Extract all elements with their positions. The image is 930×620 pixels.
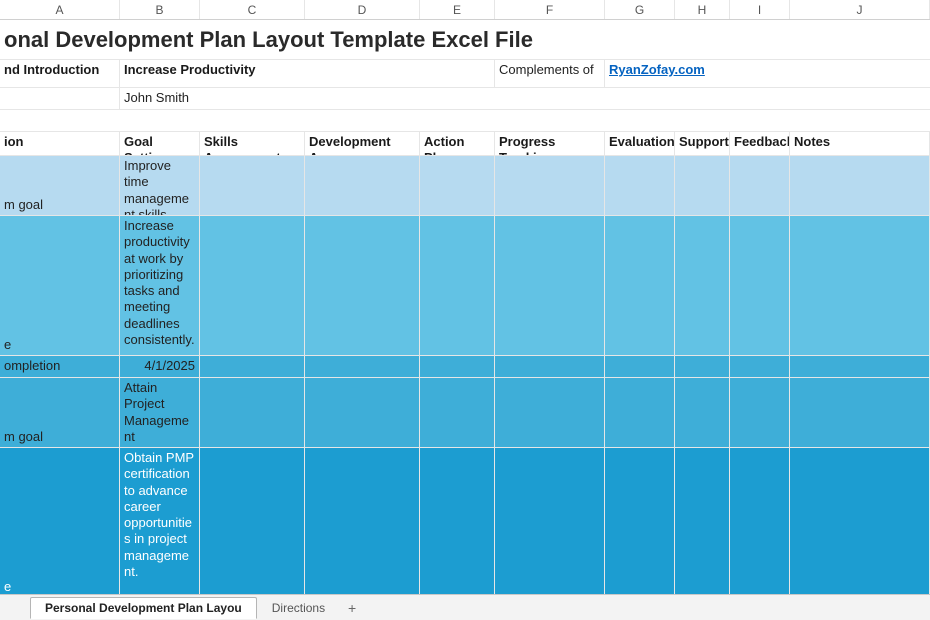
cell-e-goal2[interactable] bbox=[420, 216, 495, 356]
cell-g-goal4[interactable] bbox=[605, 448, 675, 594]
header-action-plan[interactable]: Action Plan bbox=[420, 132, 495, 156]
cell-h-goal1[interactable] bbox=[675, 156, 730, 216]
cell-b-goal1[interactable]: Improve time management skills bbox=[120, 156, 200, 216]
cell-j-goal4[interactable] bbox=[790, 448, 930, 594]
cell-j-date[interactable] bbox=[790, 356, 930, 378]
cell-j-goal3[interactable] bbox=[790, 378, 930, 448]
cell-c-goal1[interactable] bbox=[200, 156, 305, 216]
spreadsheet-grid[interactable]: onal Development Plan Layout Template Ex… bbox=[0, 20, 930, 594]
header-skills-assessment[interactable]: Skills Assessment bbox=[200, 132, 305, 156]
cell-f2[interactable]: Complements of bbox=[495, 60, 605, 88]
tab-directions[interactable]: Directions bbox=[257, 597, 340, 618]
cell-a3[interactable] bbox=[0, 88, 120, 110]
header-goal-setting[interactable]: Goal Setting bbox=[120, 132, 200, 156]
col-header-g[interactable]: G bbox=[605, 0, 675, 19]
sheet-tabs: Personal Development Plan Layou Directio… bbox=[0, 594, 930, 620]
cell-a2[interactable]: nd Introduction bbox=[0, 60, 120, 88]
cell-g-goal2[interactable] bbox=[605, 216, 675, 356]
cell-d-goal4[interactable] bbox=[305, 448, 420, 594]
cell-a-goal2[interactable]: e bbox=[0, 216, 120, 356]
cell-i-goal2[interactable] bbox=[730, 216, 790, 356]
cell-h-goal2[interactable] bbox=[675, 216, 730, 356]
link-ryanzofay[interactable]: RyanZofay.com bbox=[605, 60, 930, 88]
cell-b-goal3[interactable]: Attain Project Management Certification … bbox=[120, 378, 200, 448]
tab-personal-development-plan[interactable]: Personal Development Plan Layou bbox=[30, 597, 257, 619]
col-header-j[interactable]: J bbox=[790, 0, 930, 19]
col-header-i[interactable]: I bbox=[730, 0, 790, 19]
cell-f-goal2[interactable] bbox=[495, 216, 605, 356]
add-sheet-button[interactable]: + bbox=[340, 600, 364, 616]
cell-i-goal4[interactable] bbox=[730, 448, 790, 594]
cell-d-goal1[interactable] bbox=[305, 156, 420, 216]
cell-h-goal3[interactable] bbox=[675, 378, 730, 448]
page-title[interactable]: onal Development Plan Layout Template Ex… bbox=[0, 20, 930, 60]
cell-g-goal3[interactable] bbox=[605, 378, 675, 448]
cell-d-goal2[interactable] bbox=[305, 216, 420, 356]
cell-i-date[interactable] bbox=[730, 356, 790, 378]
header-introduction[interactable]: ion bbox=[0, 132, 120, 156]
header-notes[interactable]: Notes bbox=[790, 132, 930, 156]
header-support[interactable]: Support bbox=[675, 132, 730, 156]
cell-a-goal3[interactable]: m goal bbox=[0, 378, 120, 448]
header-development-areas[interactable]: Development Areas bbox=[305, 132, 420, 156]
cell-b3[interactable]: John Smith bbox=[120, 88, 930, 110]
cell-b-goal4[interactable]: Obtain PMP certification to advance care… bbox=[120, 448, 200, 594]
cell-e-goal1[interactable] bbox=[420, 156, 495, 216]
col-header-h[interactable]: H bbox=[675, 0, 730, 19]
cell-f-goal3[interactable] bbox=[495, 378, 605, 448]
cell-b2[interactable]: Increase Productivity bbox=[120, 60, 495, 88]
cell-a-goal1[interactable]: m goal bbox=[0, 156, 120, 216]
header-progress-tracking[interactable]: Progress Tracking bbox=[495, 132, 605, 156]
cell-d-goal3[interactable] bbox=[305, 378, 420, 448]
cell-h-goal4[interactable] bbox=[675, 448, 730, 594]
cell-f-goal4[interactable] bbox=[495, 448, 605, 594]
cell-c-goal2[interactable] bbox=[200, 216, 305, 356]
column-headers: A B C D E F G H I J bbox=[0, 0, 930, 20]
cell-d-date[interactable] bbox=[305, 356, 420, 378]
col-header-f[interactable]: F bbox=[495, 0, 605, 19]
col-header-d[interactable]: D bbox=[305, 0, 420, 19]
cell-e-goal3[interactable] bbox=[420, 378, 495, 448]
cell-c-goal3[interactable] bbox=[200, 378, 305, 448]
cell-b-date[interactable]: 4/1/2025 bbox=[120, 356, 200, 378]
cell-e-goal4[interactable] bbox=[420, 448, 495, 594]
header-evaluation[interactable]: Evaluation bbox=[605, 132, 675, 156]
cell-c-date[interactable] bbox=[200, 356, 305, 378]
cell-g-date[interactable] bbox=[605, 356, 675, 378]
cell-f-goal1[interactable] bbox=[495, 156, 605, 216]
cell-a-date[interactable]: ompletion bbox=[0, 356, 120, 378]
empty-row[interactable] bbox=[0, 110, 930, 132]
cell-f-date[interactable] bbox=[495, 356, 605, 378]
cell-e-date[interactable] bbox=[420, 356, 495, 378]
col-header-a[interactable]: A bbox=[0, 0, 120, 19]
cell-i-goal1[interactable] bbox=[730, 156, 790, 216]
cell-a-goal4[interactable]: e bbox=[0, 448, 120, 594]
cell-g-goal1[interactable] bbox=[605, 156, 675, 216]
col-header-b[interactable]: B bbox=[120, 0, 200, 19]
cell-j-goal2[interactable] bbox=[790, 216, 930, 356]
col-header-e[interactable]: E bbox=[420, 0, 495, 19]
cell-j-goal1[interactable] bbox=[790, 156, 930, 216]
cell-b-goal2[interactable]: Increase productivity at work by priorit… bbox=[120, 216, 200, 356]
col-header-c[interactable]: C bbox=[200, 0, 305, 19]
header-feedback[interactable]: Feedback bbox=[730, 132, 790, 156]
cell-i-goal3[interactable] bbox=[730, 378, 790, 448]
cell-c-goal4[interactable] bbox=[200, 448, 305, 594]
cell-h-date[interactable] bbox=[675, 356, 730, 378]
